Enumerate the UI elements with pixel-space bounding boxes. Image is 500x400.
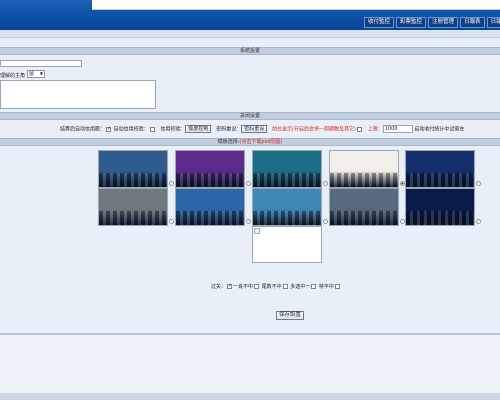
- pass-label: 过关：: [211, 284, 227, 290]
- auto-credit-check-checkbox[interactable]: [149, 126, 155, 132]
- password-reset-label: 密码重设：: [216, 126, 242, 133]
- section-system-settings: 系統設置: [0, 47, 500, 55]
- template-radio[interactable]: [476, 219, 481, 224]
- template-thumbnail[interactable]: [252, 188, 322, 226]
- template-thumbnail-skyline: [176, 210, 244, 225]
- template-radio[interactable]: [169, 219, 174, 224]
- close-row-line: 结算后自动信用额： 自动信用校验： 信用校验：额度控制 密码重设：密码重设 前台…: [60, 125, 464, 133]
- system-textarea[interactable]: [0, 80, 156, 109]
- template-radio[interactable]: [323, 219, 328, 224]
- template-thumbnail-skyline: [330, 210, 398, 225]
- template-select-label: 模板选择:: [217, 139, 240, 145]
- pass-opt4-label: 特平中: [318, 284, 334, 290]
- download-psd-link[interactable]: (点击下载psd原图): [239, 139, 282, 145]
- pass-row-line: 过关： 一肖不中 尾数不中 多选中一 特平中: [211, 283, 341, 290]
- template-radio[interactable]: [323, 181, 328, 186]
- nav-button-payment-monitor[interactable]: 收付監控: [364, 17, 395, 28]
- pass-opt1b-checkbox[interactable]: [254, 284, 260, 289]
- template-radio[interactable]: [476, 181, 481, 186]
- template-thumbnail[interactable]: [329, 150, 399, 188]
- system-input-1[interactable]: [0, 60, 82, 67]
- protagonist-label: 理解的主角: [0, 73, 26, 79]
- template-thumbnail-skyline: [406, 210, 474, 225]
- template-radio[interactable]: [246, 219, 251, 224]
- nav-buttons: 收付監控 彩票監控 注冊管理 日報表 日報2: [364, 17, 500, 28]
- nav-button-daily-report-2[interactable]: 日報2: [486, 17, 500, 28]
- template-thumbnail[interactable]: [175, 150, 245, 188]
- auto-credit-label: 结算后自动信用额：: [60, 126, 106, 133]
- pass-opt1-checkbox[interactable]: [227, 283, 232, 289]
- pass-opt2-checkbox[interactable]: [282, 284, 288, 289]
- pass-opt1-label: 一肖不中: [233, 284, 254, 290]
- template-radio[interactable]: [246, 181, 251, 186]
- template-thumbnail-skyline: [176, 172, 244, 187]
- save-settings-button[interactable]: 保存設置: [276, 311, 305, 320]
- pass-opt4-checkbox[interactable]: [334, 284, 340, 289]
- template-placeholder-image: [252, 226, 322, 263]
- template-thumbnail[interactable]: [98, 188, 168, 226]
- frontend-display-checkbox[interactable]: [356, 126, 362, 132]
- nav-button-daily-report[interactable]: 日報表: [460, 17, 485, 28]
- close-settings-row: 结算后自动信用额： 自动信用校验： 信用校验：额度控制 密码重设：密码重设 前台…: [0, 124, 500, 134]
- template-thumbnail-skyline: [406, 172, 474, 187]
- template-thumbnail-skyline: [253, 210, 321, 225]
- pass-opt3-label: 多选中一: [290, 284, 311, 290]
- auto-credit-checkbox[interactable]: [106, 126, 111, 132]
- upper-limit-input[interactable]: 1000: [382, 125, 413, 133]
- broken-image-icon: [254, 228, 260, 234]
- sub-bar: [0, 30, 500, 38]
- nav-button-lottery-monitor[interactable]: 彩票監控: [396, 17, 427, 28]
- template-thumbnail[interactable]: [175, 188, 245, 226]
- pass-opt2-label: 尾数不中: [261, 284, 282, 290]
- chevron-down-icon: ▼: [39, 71, 43, 76]
- credit-check-label: 信用校验：: [160, 126, 186, 133]
- template-thumbnail-skyline: [330, 172, 398, 187]
- template-thumbnail[interactable]: [252, 150, 322, 188]
- template-thumbnail-skyline: [253, 172, 321, 187]
- pass-row: 过关： 一肖不中 尾数不中 多选中一 特平中: [0, 282, 500, 291]
- protagonist-select-value: 鼠: [29, 71, 35, 77]
- frontend-display-text: 前台显示(开启后会将一周期数及其它): [272, 126, 356, 133]
- section-close-settings: 关闭设置: [0, 112, 500, 120]
- auto-credit-check-label: 自动信用校验：: [113, 126, 149, 133]
- template-thumbnail[interactable]: [329, 188, 399, 226]
- pass-opt3-checkbox[interactable]: [311, 284, 317, 289]
- password-reset-button[interactable]: 密码重设: [241, 125, 268, 133]
- template-radio[interactable]: [169, 181, 174, 186]
- stats-tail-text: 启动收付统计中试需在: [414, 126, 465, 133]
- template-thumbnail-skyline: [99, 210, 167, 225]
- template-thumbnail[interactable]: [98, 150, 168, 188]
- credit-control-button[interactable]: 额度控制: [185, 125, 212, 133]
- bottom-status-strip: [0, 393, 500, 400]
- template-thumbnail-skyline: [99, 172, 167, 187]
- template-thumbnail[interactable]: [405, 188, 475, 226]
- template-thumbnail[interactable]: [405, 150, 475, 188]
- header-bar: 收付監控 彩票監控 注冊管理 日報表 日報2: [0, 0, 500, 30]
- protagonist-select[interactable]: 鼠 ▼: [27, 70, 45, 78]
- nav-button-registration[interactable]: 注冊管理: [428, 17, 459, 28]
- section-template-select: 模板选择:(点击下载psd原图): [0, 138, 500, 146]
- upper-limit-label: 上限：: [367, 126, 383, 133]
- bottom-panel: [0, 335, 500, 393]
- top-field[interactable]: [92, 0, 500, 10]
